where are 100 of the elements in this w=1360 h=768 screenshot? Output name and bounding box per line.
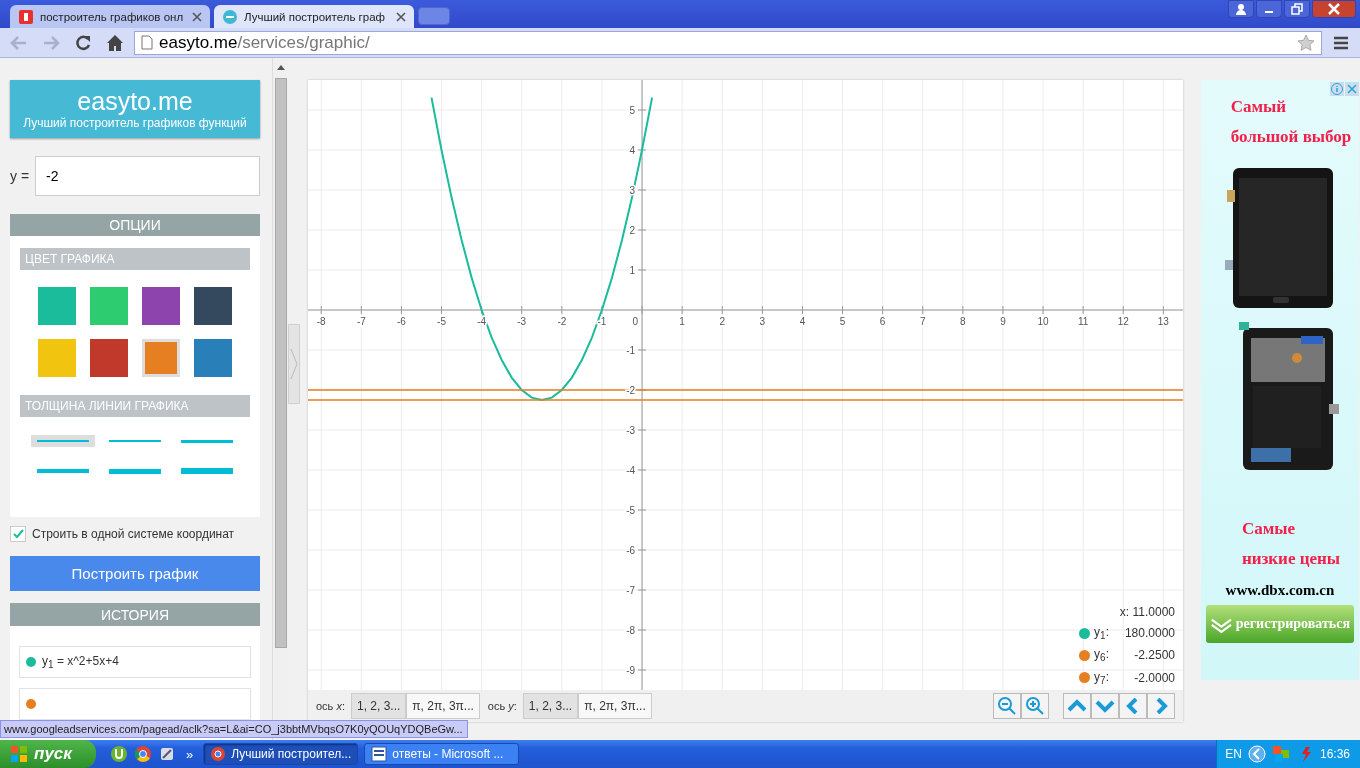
tick-label: -9 — [626, 665, 636, 676]
tick-label: -3 — [517, 316, 527, 327]
color-swatch[interactable] — [90, 339, 128, 378]
tick-label: 2 — [629, 225, 636, 236]
color-swatch[interactable] — [142, 287, 180, 326]
taskbar-button[interactable]: ответы - Microsoft ... — [364, 743, 520, 765]
history-formula: y$_{1}$ = x^2+5x+4 — [42, 653, 119, 671]
checkbox[interactable] — [10, 526, 26, 543]
info-icon[interactable] — [1330, 82, 1344, 96]
scroll-up-icon[interactable] — [276, 64, 285, 70]
tick-label: 10 — [1037, 316, 1049, 327]
ad-headline: низкие цены — [1240, 548, 1341, 570]
tray-icon[interactable] — [1271, 745, 1290, 763]
address-field[interactable]: easyto.me/services/graphic/ — [134, 30, 1322, 55]
user-icon[interactable] — [1228, 0, 1254, 18]
restore-button[interactable] — [1284, 0, 1310, 18]
tick-label: -4 — [477, 316, 487, 327]
axis-label: ось x: — [316, 700, 345, 712]
windows-logo-icon — [10, 745, 28, 763]
close-icon — [1328, 3, 1340, 15]
minimize-icon — [1265, 11, 1273, 13]
collapse-handle[interactable] — [288, 324, 300, 404]
ad-headline: Самый — [1229, 96, 1288, 118]
axis-label: ось y: — [487, 700, 517, 712]
section-header: ТОЛЩИНА ЛИНИИ ГРАФИКА — [20, 395, 250, 418]
ad-headline: Самые — [1240, 518, 1297, 540]
color-swatch[interactable] — [194, 339, 232, 378]
clock: 16:36 — [1319, 747, 1350, 761]
axis-scale-option[interactable]: π, 2π, 3π... — [406, 693, 480, 719]
tick-label: 4 — [629, 145, 636, 156]
axis-scale-option[interactable]: 1, 2, 3... — [522, 693, 579, 719]
tick-label: 13 — [1157, 316, 1169, 327]
tick-label: 7 — [919, 316, 926, 327]
color-swatch[interactable] — [142, 339, 180, 378]
browser-icon — [210, 746, 227, 762]
series-value: -2.0000 — [1133, 670, 1175, 685]
tick-label: 5 — [629, 105, 636, 116]
zoom-in-icon[interactable] — [1021, 693, 1049, 719]
tick-label: 5 — [839, 316, 846, 327]
tick-label: -5 — [626, 505, 636, 516]
tick-label: 4 — [799, 316, 806, 327]
tick-label: -5 — [437, 316, 446, 327]
input-label: y = — [10, 167, 30, 184]
cursor-x-readout: x: 11.0000 — [1119, 604, 1175, 619]
series-label: y$_{7}$: — [1094, 669, 1109, 686]
series-value: 180.0000 — [1123, 626, 1175, 640]
new-tab-button[interactable] — [418, 7, 450, 25]
section-header: ЦВЕТ ГРАФИКА — [20, 248, 250, 271]
tick-label: 1 — [629, 265, 636, 276]
color-swatch[interactable] — [194, 287, 232, 326]
site-icon — [18, 8, 34, 25]
series-value: -2.2500 — [1133, 648, 1175, 663]
page-icon — [141, 35, 153, 50]
star-icon[interactable] — [1297, 33, 1315, 52]
axis-scale-option[interactable]: 1, 2, 3... — [350, 693, 407, 719]
tick-label: -6 — [626, 545, 636, 556]
tick-label: 1 — [679, 316, 685, 327]
tick-label: 8 — [960, 316, 966, 327]
site-icon — [222, 8, 238, 25]
tick-label: 6 — [879, 316, 886, 327]
minimize-button[interactable] — [1256, 0, 1282, 18]
ad-url: www.dbx.com.cn — [1225, 582, 1335, 599]
function-input-field[interactable]: -2 — [35, 155, 260, 196]
ad-headline: большой выбор — [1229, 126, 1352, 148]
browser-icon[interactable] — [134, 745, 152, 763]
tick-label: -8 — [626, 625, 636, 636]
browser-tab[interactable]: Лучший построитель граф — [214, 5, 414, 28]
color-swatch[interactable] — [38, 339, 76, 378]
history-item[interactable]: y$_{1}$ = x^2+5x+4 — [19, 646, 251, 678]
line-width-option[interactable] — [31, 435, 95, 448]
tool-icon[interactable] — [158, 745, 176, 763]
color-swatch[interactable] — [90, 287, 128, 326]
ad-banner[interactable]: Самый большой выбор Самые низкие цены www.dbx.com.cn регистрироваться — [1201, 80, 1359, 680]
tick-label: -7 — [626, 585, 636, 596]
color-swatch[interactable] — [38, 287, 76, 326]
document-icon — [371, 746, 388, 762]
chevron-icon[interactable] — [1247, 745, 1266, 763]
tick-label: -3 — [626, 425, 636, 436]
tick-label: -2 — [557, 316, 567, 327]
zoom-out-icon[interactable] — [993, 693, 1021, 719]
overflow-chevron[interactable]: » — [186, 746, 194, 762]
close-button[interactable] — [1312, 0, 1356, 18]
tick-label: 0 — [632, 316, 639, 327]
tick-label: -7 — [356, 316, 366, 327]
history-header: ИСТОРИЯ — [10, 603, 260, 626]
close-icon[interactable] — [192, 11, 202, 22]
options-header: ОПЦИИ — [10, 213, 260, 237]
restore-icon — [1291, 3, 1303, 15]
tick-label: 2 — [719, 316, 725, 327]
taskbar-button[interactable]: Лучший построител... — [203, 743, 359, 765]
series-label: y$_{1}$: — [1094, 624, 1109, 642]
axis-scale-option[interactable]: π, 2π, 3π... — [578, 693, 652, 719]
tick-label: 12 — [1117, 316, 1129, 327]
torrent-icon[interactable] — [110, 745, 128, 763]
series-label: y$_{6}$: — [1094, 647, 1109, 664]
close-icon[interactable] — [396, 11, 406, 22]
browser-tab[interactable]: построитель графиков онл — [10, 5, 210, 28]
tick-label: -6 — [397, 316, 406, 327]
tick-label: -4 — [626, 465, 636, 476]
tick-label: 9 — [1000, 316, 1006, 327]
